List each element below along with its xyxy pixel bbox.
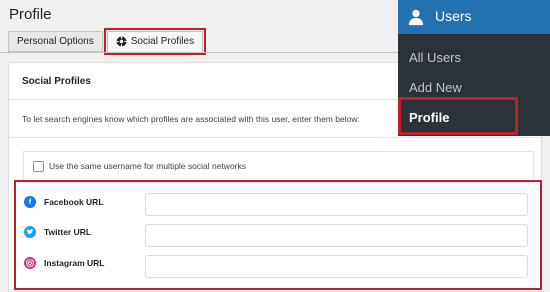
facebook-url-label: Facebook URL: [44, 197, 104, 207]
facebook-row: f Facebook URL: [24, 190, 104, 214]
same-username-option: Use the same username for multiple socia…: [23, 151, 534, 183]
profile-menu-highlight: [398, 97, 518, 135]
instagram-row: Instagram URL: [24, 251, 104, 275]
user-icon: [407, 8, 425, 26]
menu-item-all-users[interactable]: All Users: [409, 50, 461, 65]
twitter-url-input[interactable]: [145, 224, 528, 247]
instagram-icon: [24, 257, 36, 269]
tab-personal-options[interactable]: Personal Options: [8, 31, 103, 52]
card-title: Social Profiles: [22, 76, 91, 87]
settings-icon: [116, 36, 127, 47]
instagram-url-label: Instagram URL: [44, 258, 105, 268]
page-title: Profile: [9, 6, 52, 23]
tab-social-profiles[interactable]: Social Profiles: [103, 28, 207, 55]
twitter-icon: [24, 226, 36, 238]
card-divider: [9, 137, 541, 138]
instagram-url-input[interactable]: [145, 255, 528, 278]
tab-label: Personal Options: [17, 36, 94, 47]
twitter-url-label: Twitter URL: [44, 227, 92, 237]
facebook-icon: f: [24, 196, 36, 208]
card-description: To let search engines know which profile…: [22, 114, 360, 124]
users-menu-label: Users: [435, 8, 472, 24]
tab-label: Social Profiles: [130, 36, 195, 47]
facebook-url-input[interactable]: [145, 193, 528, 216]
profile-tabs: Personal Options Social Profiles: [8, 28, 207, 55]
users-menu-heading[interactable]: Users: [398, 0, 550, 34]
twitter-row: Twitter URL: [24, 220, 91, 244]
users-admin-menu: Users All Users Add New Profile: [398, 0, 550, 136]
menu-item-add-new[interactable]: Add New: [409, 80, 462, 95]
same-username-checkbox[interactable]: [33, 161, 44, 172]
same-username-label: Use the same username for multiple socia…: [49, 161, 246, 171]
